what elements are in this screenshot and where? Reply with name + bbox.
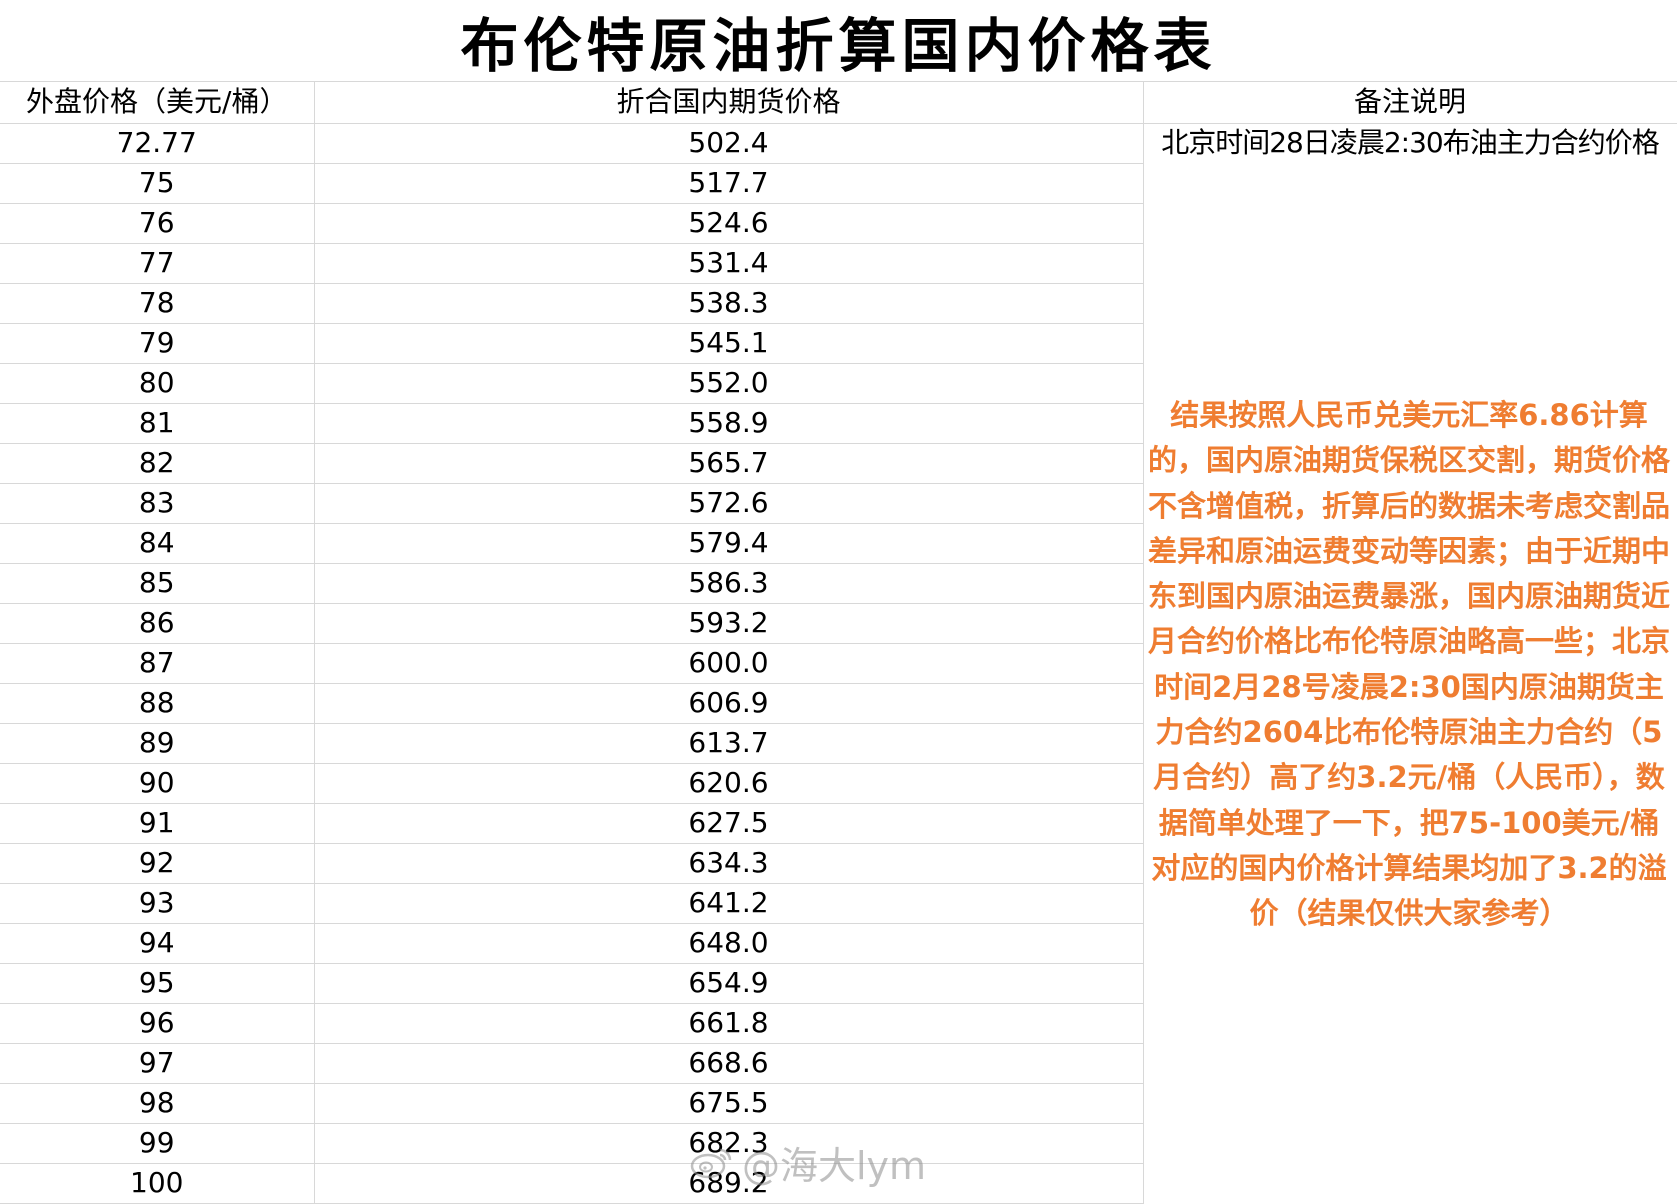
table-row: 78 538.3 [0, 283, 1677, 324]
cell-domestic-price: 689.2 [314, 1163, 1144, 1204]
cell-domestic-price: 531.4 [314, 243, 1144, 284]
cell-foreign-price: 76 [0, 203, 315, 244]
cell-domestic-price: 668.6 [314, 1043, 1144, 1084]
table-row: 76 524.6 [0, 203, 1677, 244]
cell-domestic-price: 586.3 [314, 563, 1144, 604]
spreadsheet: 布伦特原油折算国内价格表 外盘价格（美元/桶） 折合国内期货价格 备注说明 72… [0, 0, 1677, 1204]
cell-domestic-price: 648.0 [314, 923, 1144, 964]
cell-domestic-price: 682.3 [314, 1123, 1144, 1164]
cell-domestic-price: 634.3 [314, 843, 1144, 884]
cell-domestic-price: 538.3 [314, 283, 1144, 324]
table-row: 97 668.6 [0, 1043, 1677, 1084]
cell-domestic-price: 552.0 [314, 363, 1144, 404]
table-row: 75 517.7 [0, 163, 1677, 204]
cell-foreign-price: 81 [0, 403, 315, 444]
cell-remark-empty [1143, 323, 1677, 363]
cell-remark-empty [1143, 283, 1677, 323]
table-row: 100 689.2 [0, 1163, 1677, 1204]
cell-domestic-price: 579.4 [314, 523, 1144, 564]
page-title: 布伦特原油折算国内价格表 [0, 0, 1677, 82]
cell-domestic-price: 600.0 [314, 643, 1144, 684]
cell-domestic-price: 661.8 [314, 1003, 1144, 1044]
header-row: 外盘价格（美元/桶） 折合国内期货价格 备注说明 [0, 82, 1677, 124]
cell-domestic-price: 502.4 [314, 123, 1144, 164]
table-row: 72.77 502.4 北京时间28日凌晨2:30布油主力合约价格 [0, 123, 1677, 164]
cell-foreign-price: 80 [0, 363, 315, 404]
cell-domestic-price: 620.6 [314, 763, 1144, 804]
table-row: 77 531.4 [0, 243, 1677, 284]
cell-domestic-price: 613.7 [314, 723, 1144, 764]
cell-foreign-price: 75 [0, 163, 315, 204]
cell-foreign-price: 86 [0, 603, 315, 644]
cell-remark-empty [1143, 243, 1677, 283]
cell-remark-empty [1143, 1043, 1677, 1083]
remark-text: 结果按照人民币兑美元汇率6.86计算的，国内原油期货保税区交割，期货价格不含增值… [1148, 398, 1671, 931]
cell-domestic-price: 524.6 [314, 203, 1144, 244]
cell-foreign-price: 85 [0, 563, 315, 604]
cell-foreign-price: 95 [0, 963, 315, 1004]
cell-foreign-price: 100 [0, 1163, 315, 1204]
table-row: 96 661.8 [0, 1003, 1677, 1044]
cell-remark-empty [1143, 1123, 1677, 1163]
cell-foreign-price: 97 [0, 1043, 315, 1084]
cell-domestic-price: 675.5 [314, 1083, 1144, 1124]
table-row: 79 545.1 [0, 323, 1677, 364]
cell-foreign-price: 90 [0, 763, 315, 804]
header-remarks: 备注说明 [1143, 82, 1677, 124]
cell-foreign-price: 89 [0, 723, 315, 764]
cell-foreign-price: 98 [0, 1083, 315, 1124]
cell-remark-empty [1143, 203, 1677, 243]
cell-foreign-price: 72.77 [0, 123, 315, 164]
cell-foreign-price: 79 [0, 323, 315, 364]
cell-foreign-price: 84 [0, 523, 315, 564]
cell-foreign-price: 88 [0, 683, 315, 724]
cell-remark-empty [1143, 163, 1677, 203]
cell-foreign-price: 87 [0, 643, 315, 684]
cell-domestic-price: 558.9 [314, 403, 1144, 444]
cell-remark-empty [1143, 1003, 1677, 1043]
cell-foreign-price: 82 [0, 443, 315, 484]
cell-foreign-price: 94 [0, 923, 315, 964]
header-domestic-price: 折合国内期货价格 [314, 82, 1144, 124]
cell-remark-empty [1143, 1083, 1677, 1123]
cell-foreign-price: 77 [0, 243, 315, 284]
cell-domestic-price: 545.1 [314, 323, 1144, 364]
table-row: 98 675.5 [0, 1083, 1677, 1124]
cell-domestic-price: 606.9 [314, 683, 1144, 724]
cell-domestic-price: 572.6 [314, 483, 1144, 524]
cell-foreign-price: 96 [0, 1003, 315, 1044]
cell-domestic-price: 641.2 [314, 883, 1144, 924]
cell-foreign-price: 83 [0, 483, 315, 524]
table-row: 95 654.9 [0, 963, 1677, 1004]
cell-foreign-price: 99 [0, 1123, 315, 1164]
cell-domestic-price: 593.2 [314, 603, 1144, 644]
cell-foreign-price: 78 [0, 283, 315, 324]
cell-remark-empty [1143, 963, 1677, 1003]
cell-foreign-price: 93 [0, 883, 315, 924]
cell-first-row-note: 北京时间28日凌晨2:30布油主力合约价格 [1143, 123, 1677, 163]
cell-domestic-price: 517.7 [314, 163, 1144, 204]
cell-domestic-price: 654.9 [314, 963, 1144, 1004]
table-row: 99 682.3 [0, 1123, 1677, 1164]
cell-domestic-price: 627.5 [314, 803, 1144, 844]
header-foreign-price: 外盘价格（美元/桶） [0, 82, 315, 124]
cell-foreign-price: 92 [0, 843, 315, 884]
cell-domestic-price: 565.7 [314, 443, 1144, 484]
cell-remark-empty [1143, 1163, 1677, 1203]
cell-foreign-price: 91 [0, 803, 315, 844]
